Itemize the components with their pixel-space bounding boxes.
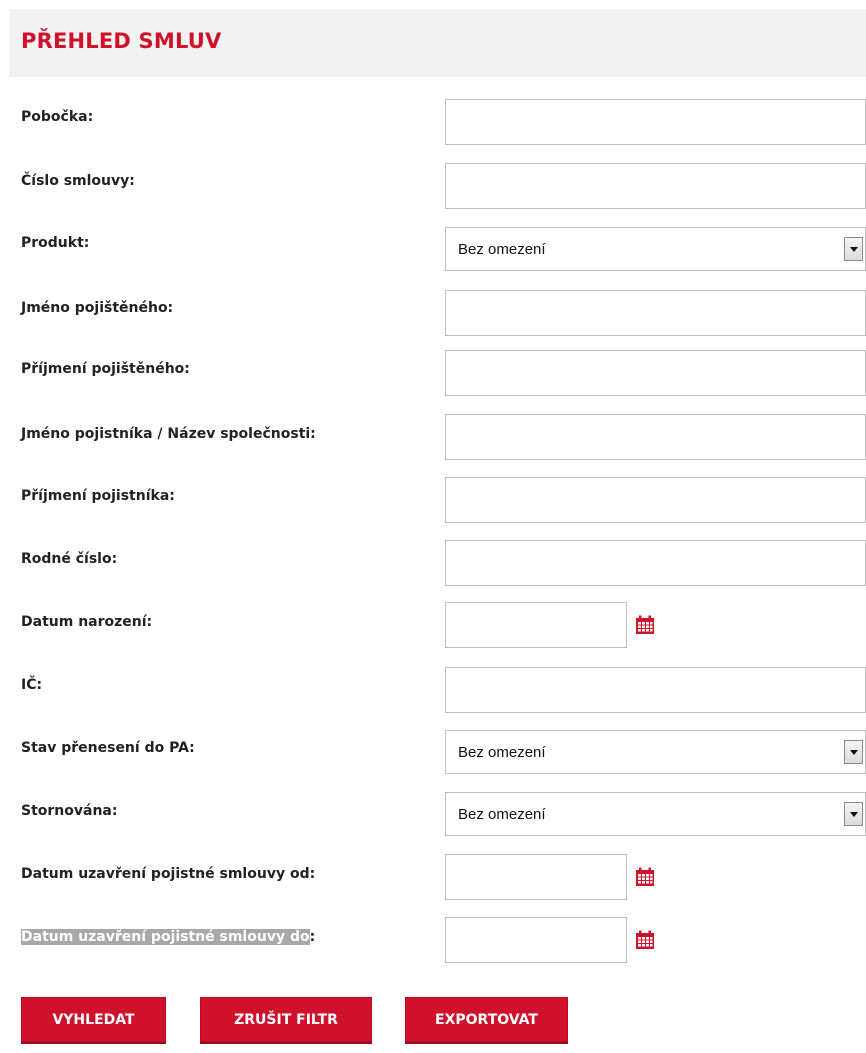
contract-number-input[interactable] — [445, 163, 866, 209]
policyholder-name-input[interactable] — [445, 414, 866, 460]
company-id-input[interactable] — [445, 667, 866, 713]
cancelled-label: Stornována: — [21, 803, 118, 819]
page-title: PŘEHLED SMLUV — [21, 29, 222, 53]
policyholder-name-label: Jméno pojistníka / Název společnosti: — [21, 426, 316, 442]
page-header: PŘEHLED SMLUV — [9, 9, 866, 77]
transfer-status-label: Stav přenesení do PA: — [21, 740, 195, 756]
chevron-down-icon[interactable] — [844, 802, 863, 826]
calendar-icon[interactable] — [635, 867, 655, 887]
branch-label: Pobočka: — [21, 109, 94, 125]
insured-first-name-label: Jméno pojištěného: — [21, 300, 174, 316]
cancelled-select-value: Bez omezení — [458, 806, 546, 823]
transfer-status-select[interactable]: Bez omezení — [445, 730, 866, 774]
company-id-label: IČ: — [21, 677, 43, 693]
calendar-icon[interactable] — [635, 930, 655, 950]
contract-date-from-input[interactable] — [445, 854, 627, 900]
insured-last-name-label: Příjmení pojištěného: — [21, 361, 190, 377]
product-label: Produkt: — [21, 235, 90, 251]
contract-date-from-label: Datum uzavření pojistné smlouvy od: — [21, 866, 316, 882]
chevron-down-icon[interactable] — [844, 237, 863, 261]
birth-date-input[interactable] — [445, 602, 627, 648]
policyholder-last-name-input[interactable] — [445, 477, 866, 523]
search-button[interactable]: VYHLEDAT — [21, 997, 166, 1042]
export-button[interactable]: EXPORTOVAT — [405, 997, 568, 1042]
birth-number-input[interactable] — [445, 540, 866, 586]
product-select[interactable]: Bez omezení — [445, 227, 866, 271]
clear-filter-button[interactable]: ZRUŠIT FILTR — [200, 997, 372, 1042]
chevron-down-icon[interactable] — [844, 740, 863, 764]
birth-date-label: Datum narození: — [21, 614, 153, 630]
cancelled-select[interactable]: Bez omezení — [445, 792, 866, 836]
transfer-status-select-value: Bez omezení — [458, 744, 546, 761]
insured-last-name-input[interactable] — [445, 350, 866, 396]
insured-first-name-input[interactable] — [445, 290, 866, 336]
calendar-icon[interactable] — [635, 615, 655, 635]
policyholder-last-name-label: Příjmení pojistníka: — [21, 488, 175, 504]
selected-text: Datum uzavření pojistné smlouvy do — [21, 929, 310, 945]
branch-input[interactable] — [445, 99, 866, 145]
contract-date-to-input[interactable] — [445, 917, 627, 963]
birth-number-label: Rodné číslo: — [21, 551, 118, 567]
product-select-value: Bez omezení — [458, 241, 546, 258]
contract-date-to-label: Datum uzavření pojistné smlouvy do: — [21, 929, 316, 945]
contract-number-label: Číslo smlouvy: — [21, 173, 135, 189]
